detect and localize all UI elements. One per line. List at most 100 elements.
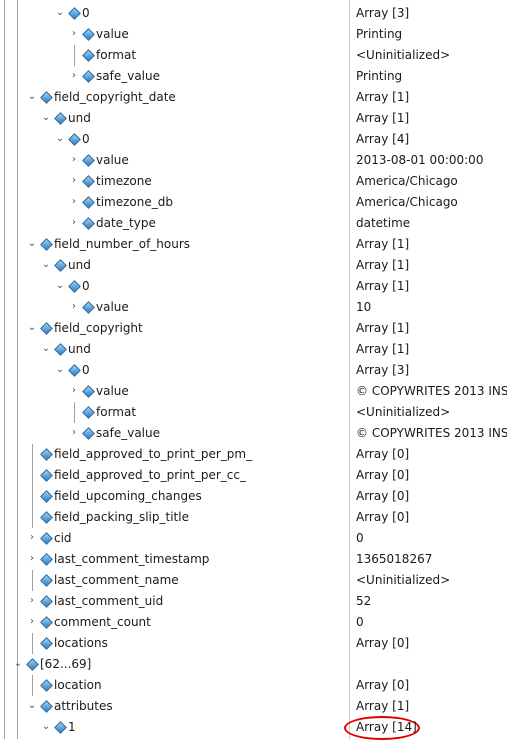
- chevron-down-icon[interactable]: ⌄: [55, 281, 65, 291]
- tree-row[interactable]: › timezone America/Chicago: [0, 171, 507, 192]
- field-diamond-icon: [68, 364, 81, 377]
- tree-row[interactable]: › value Printing: [0, 24, 507, 45]
- variable-name: field_copyright_date: [54, 90, 176, 104]
- tree-row[interactable]: ⌄ field_copyright_date Array [1]: [0, 87, 507, 108]
- tree-connector: [74, 402, 75, 423]
- tree-connector: [74, 45, 75, 66]
- field-diamond-icon: [40, 532, 53, 545]
- field-diamond-icon: [82, 175, 95, 188]
- variable-name: 0: [82, 363, 90, 377]
- tree-row[interactable]: field_approved_to_print_per_pm_ Array [0]: [0, 444, 507, 465]
- tree-row[interactable]: ⌄ field_number_of_hours Array [1]: [0, 234, 507, 255]
- tree-row[interactable]: ⌄ 0 Array [4]: [0, 129, 507, 150]
- field-diamond-icon: [54, 343, 67, 356]
- tree-row[interactable]: ⌄ und Array [1]: [0, 255, 507, 276]
- variable-value: 0: [356, 615, 364, 629]
- tree-row[interactable]: › date_type datetime: [0, 213, 507, 234]
- tree-row[interactable]: › safe_value © COPYWRITES 2013 INSTIT: [0, 423, 507, 444]
- variable-name: attributes: [54, 699, 113, 713]
- tree-row[interactable]: field_packing_slip_title Array [0]: [0, 507, 507, 528]
- chevron-down-icon[interactable]: ⌄: [55, 134, 65, 144]
- variable-value: Array [1]: [356, 321, 410, 335]
- chevron-down-icon[interactable]: ⌄: [41, 722, 51, 732]
- chevron-down-icon[interactable]: ⌄: [41, 344, 51, 354]
- tree-connector: [32, 675, 33, 696]
- tree-row[interactable]: › value © COPYWRITES 2013 INSTIT: [0, 381, 507, 402]
- tree-row[interactable]: ⌄ [62...69]: [0, 654, 507, 675]
- tree-row[interactable]: › last_comment_uid 52: [0, 591, 507, 612]
- variable-name: 0: [82, 279, 90, 293]
- chevron-right-icon[interactable]: ›: [69, 71, 79, 81]
- tree-row[interactable]: › comment_count 0: [0, 612, 507, 633]
- chevron-down-icon[interactable]: ⌄: [27, 92, 37, 102]
- chevron-down-icon[interactable]: ⌄: [27, 323, 37, 333]
- tree-connector: [32, 465, 33, 486]
- tree-row[interactable]: › value 10: [0, 297, 507, 318]
- tree-row[interactable]: › safe_value Printing: [0, 66, 507, 87]
- variable-name: format: [96, 405, 137, 419]
- chevron-right-icon[interactable]: ›: [69, 29, 79, 39]
- variable-value: <Uninitialized>: [356, 405, 451, 419]
- tree-row[interactable]: › value 2013-08-01 00:00:00: [0, 150, 507, 171]
- field-diamond-icon: [82, 154, 95, 167]
- variable-name: field_copyright: [54, 321, 143, 335]
- variable-name: 0: [82, 132, 90, 146]
- tree-row[interactable]: › last_comment_timestamp 1365018267: [0, 549, 507, 570]
- tree-row[interactable]: ⌄ attributes Array [1]: [0, 696, 507, 717]
- variable-name: field_approved_to_print_per_pm_: [54, 447, 253, 461]
- tree-row[interactable]: ⌄ 1 Array [14]: [0, 717, 507, 738]
- field-diamond-icon: [82, 196, 95, 209]
- tree-row[interactable]: › cid 0: [0, 528, 507, 549]
- tree-row[interactable]: field_approved_to_print_per_cc_ Array [0]: [0, 465, 507, 486]
- field-diamond-icon: [82, 70, 95, 83]
- field-diamond-icon: [54, 721, 67, 734]
- chevron-right-icon[interactable]: ›: [69, 302, 79, 312]
- tree-row[interactable]: last_comment_name <Uninitialized>: [0, 570, 507, 591]
- tree-row[interactable]: field_upcoming_changes Array [0]: [0, 486, 507, 507]
- variable-value: Array [3]: [356, 363, 410, 377]
- field-diamond-icon: [54, 112, 67, 125]
- variable-value: Array [4]: [356, 132, 410, 146]
- chevron-down-icon[interactable]: ⌄: [55, 8, 65, 18]
- tree-row[interactable]: format <Uninitialized>: [0, 402, 507, 423]
- field-diamond-icon: [40, 616, 53, 629]
- variable-value: Array [1]: [356, 279, 410, 293]
- chevron-down-icon[interactable]: ⌄: [13, 659, 23, 669]
- chevron-right-icon[interactable]: ›: [27, 554, 37, 564]
- chevron-down-icon[interactable]: ⌄: [41, 113, 51, 123]
- chevron-right-icon[interactable]: ›: [69, 218, 79, 228]
- variable-value: 0: [356, 531, 364, 545]
- tree-row[interactable]: › timezone_db America/Chicago: [0, 192, 507, 213]
- tree-row[interactable]: format <Uninitialized>: [0, 45, 507, 66]
- chevron-right-icon[interactable]: ›: [69, 155, 79, 165]
- chevron-right-icon[interactable]: ›: [27, 596, 37, 606]
- variable-name: comment_count: [54, 615, 151, 629]
- chevron-right-icon[interactable]: ›: [69, 197, 79, 207]
- variable-value: 10: [356, 300, 372, 314]
- chevron-down-icon[interactable]: ⌄: [27, 239, 37, 249]
- variable-name: cid: [54, 531, 72, 545]
- variable-value: Array [1]: [356, 342, 410, 356]
- chevron-down-icon[interactable]: ⌄: [27, 701, 37, 711]
- chevron-right-icon[interactable]: ›: [69, 386, 79, 396]
- variable-name: locations: [54, 636, 108, 650]
- tree-row[interactable]: ⌄ 0 Array [3]: [0, 360, 507, 381]
- chevron-right-icon[interactable]: ›: [27, 533, 37, 543]
- tree-row[interactable]: location Array [0]: [0, 675, 507, 696]
- tree-row[interactable]: ⌄ und Array [1]: [0, 108, 507, 129]
- variable-value: America/Chicago: [356, 195, 458, 209]
- chevron-down-icon[interactable]: ⌄: [55, 365, 65, 375]
- tree-row[interactable]: locations Array [0]: [0, 633, 507, 654]
- chevron-right-icon[interactable]: ›: [69, 428, 79, 438]
- chevron-right-icon[interactable]: ›: [27, 617, 37, 627]
- tree-row[interactable]: ⌄ und Array [1]: [0, 339, 507, 360]
- variable-value: 1365018267: [356, 552, 433, 566]
- tree-row[interactable]: ⌄ 0 Array [1]: [0, 276, 507, 297]
- variable-name: und: [68, 342, 91, 356]
- tree-row[interactable]: ⌄ field_copyright Array [1]: [0, 318, 507, 339]
- variables-tree[interactable]: ⌄ 0 Array [3] › value Printing format <Uninitia…: [0, 0, 507, 740]
- tree-row[interactable]: ⌄ 0 Array [3]: [0, 3, 507, 24]
- chevron-right-icon[interactable]: ›: [69, 176, 79, 186]
- tree-connector: [32, 633, 33, 654]
- chevron-down-icon[interactable]: ⌄: [41, 260, 51, 270]
